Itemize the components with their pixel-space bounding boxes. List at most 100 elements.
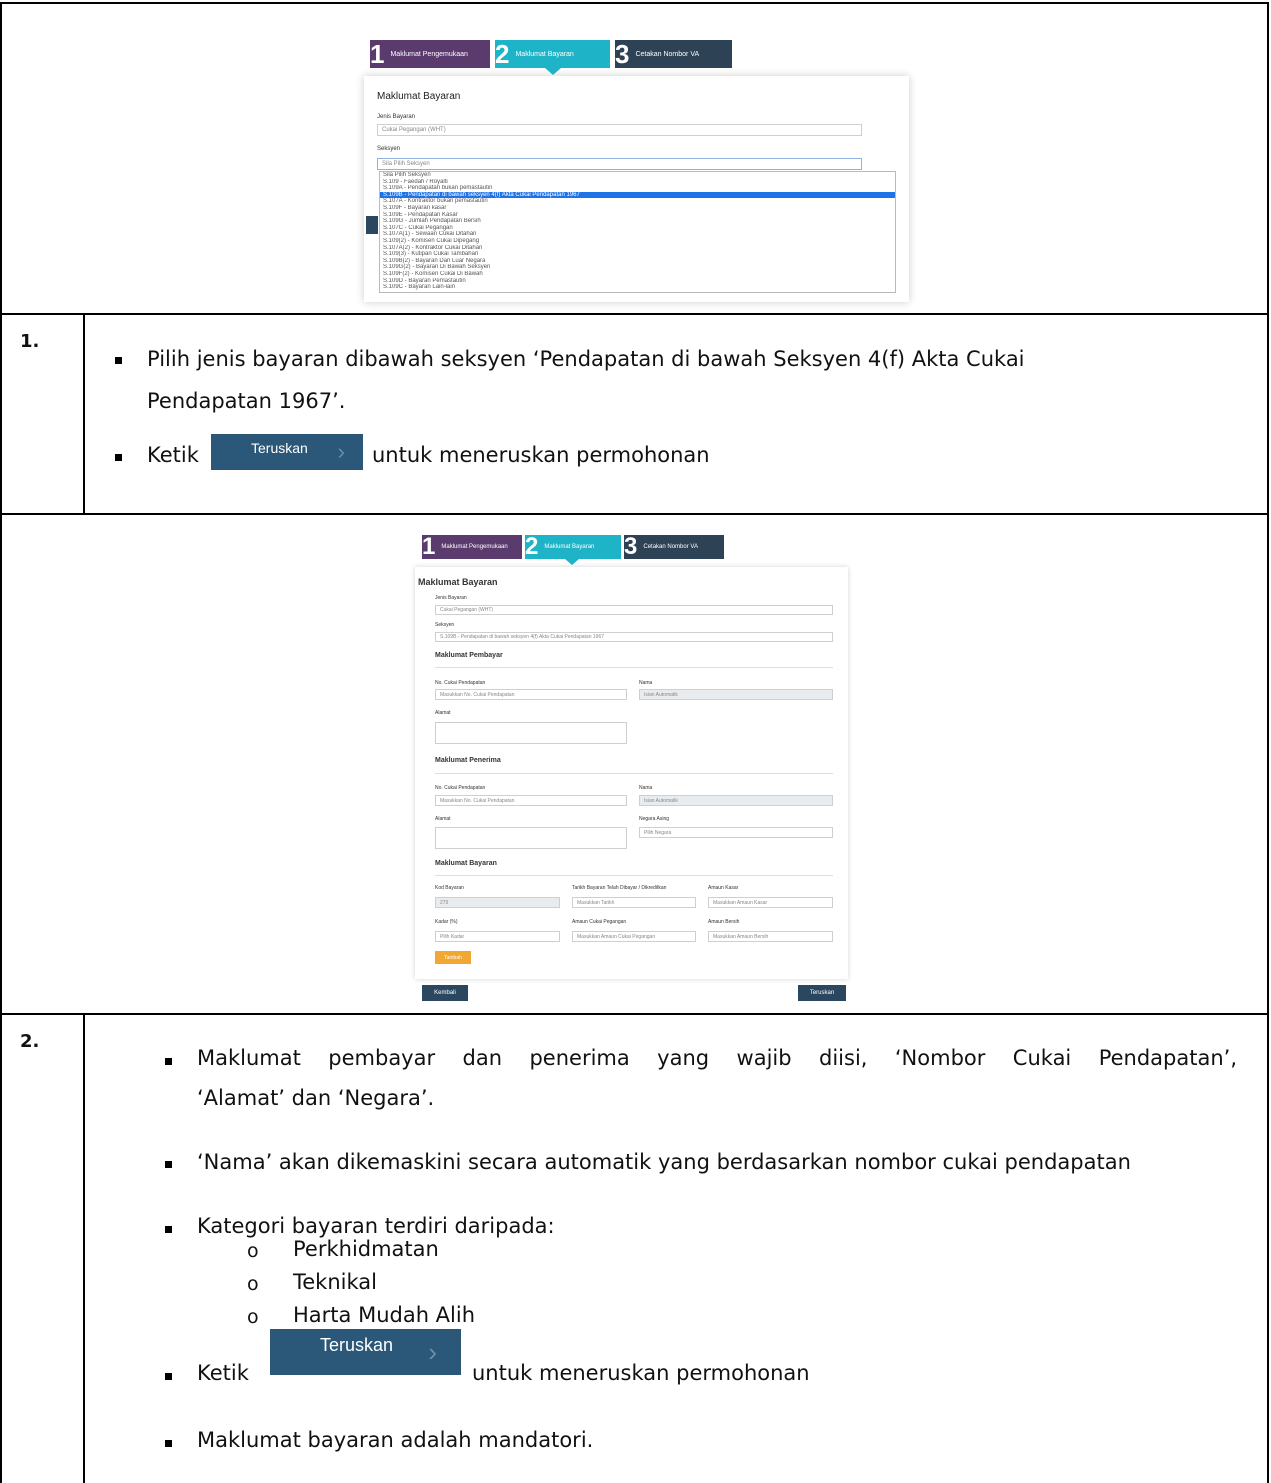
step-2-tab[interactable]: 2 Maklumat Bayaran (495, 40, 610, 68)
instruction-row-1: 1. Pilih jenis bayaran dibawah seksyen ‘… (0, 313, 1269, 513)
step-2-pointer (565, 559, 579, 565)
bullet (165, 1058, 172, 1065)
teruskan-label: Teruskan (320, 1335, 394, 1355)
nama-label: Nama (639, 680, 653, 686)
amaun-bersih-input[interactable]: Masukkan Amaun Bersih (708, 931, 833, 942)
step-label: Maklumat Bayaran (515, 50, 574, 58)
nama-label: Nama (639, 785, 653, 791)
bayaran-title: Maklumat Bayaran (435, 860, 497, 867)
negara-label: Negara Asing (639, 816, 670, 822)
teruskan-small-button[interactable]: Teruskan (798, 985, 846, 1001)
chevron-right-icon: › (428, 1336, 437, 1367)
jenis-label: Jenis Bayaran (377, 114, 416, 120)
instruction-line: Pilih jenis bayaran dibawah seksyen ‘Pen… (147, 347, 1025, 371)
bullet (165, 1440, 172, 1447)
tambah-button[interactable]: Tambah (435, 951, 471, 964)
step-number: 2 (525, 533, 539, 560)
ketik-prefix: Ketik (147, 443, 199, 467)
circle-bullet-icon: o (247, 1273, 259, 1295)
jenis-select[interactable]: Cukai Pegangan (WHT) (435, 605, 833, 615)
dropdown-option[interactable]: S.107C - Cukai Pegangan (380, 225, 895, 232)
kembali-button[interactable]: Kembali (422, 985, 468, 1001)
step-1-tab[interactable]: 1 Maklumat Pengemukaan (422, 535, 522, 559)
stepbar-1: 1 Maklumat Pengemukaan 2 Maklumat Bayara… (370, 40, 732, 75)
dropdown-option[interactable]: S.109G - Jumlah Pendapatan Bersih (380, 218, 895, 225)
pembayar-title: Maklumat Pembayar (435, 652, 503, 659)
seksyen-label: Seksyen (377, 146, 401, 152)
negara-select[interactable]: Pilih Negara (639, 827, 833, 838)
instruction-text: Maklumat pembayar dan penerima yang waji… (197, 1042, 1237, 1115)
dropdown-option[interactable]: S.109B(2) - Bayaran Dari Luar Negara (380, 258, 895, 265)
step-number: 1. (20, 331, 40, 352)
step-3-tab[interactable]: 3 Cetakan Nombor VA (615, 40, 732, 68)
instruction-line: Maklumat pembayar dan penerima yang waji… (197, 1046, 1237, 1070)
alamat-label: Alamat (435, 816, 451, 822)
number-column: 1. (2, 315, 85, 513)
seksyen-select[interactable]: S.109B - Pendapatan di bawah seksyen 4(f… (435, 632, 833, 642)
step-3-tab[interactable]: 3 Cetakan Nombor VA (624, 535, 724, 559)
ketik-prefix: Ketik (197, 1361, 249, 1385)
no-cukai-label: No. Cukai Pendapatan (435, 785, 486, 791)
teruskan-button[interactable]: Teruskan › (270, 1329, 461, 1375)
teruskan-button[interactable]: Teruskan › (211, 434, 363, 470)
dropdown-option[interactable]: Sila Pilih Seksyen (380, 172, 895, 179)
jenis-select[interactable]: Cukai Pegangan (WHT) (377, 124, 862, 136)
step-number: 3 (615, 39, 630, 69)
step-2-pointer (545, 68, 561, 75)
dropdown-option[interactable]: S.109A - Pendapatan bukan pemastautin (380, 185, 895, 192)
dropdown-option[interactable]: S.109E - Pendapatan Kasar (380, 212, 895, 219)
screenshot-2-form: Maklumat Bayaran Jenis Bayaran Cukai Peg… (415, 567, 848, 979)
dropdown-option[interactable]: S.109(3) - Kutipan Cukai Tambahan (380, 251, 895, 258)
step-label: Cetakan Nombor VA (643, 544, 698, 550)
bullet (115, 454, 122, 461)
category-item: Perkhidmatan (293, 1237, 439, 1261)
alamat-textarea[interactable] (435, 722, 627, 744)
form-title: Maklumat Bayaran (418, 577, 498, 587)
step-1-tab[interactable]: 1 Maklumat Pengemukaan (370, 40, 490, 68)
dropdown-option[interactable]: S.109(2) - Komisen Cukai Dipegang (380, 238, 895, 245)
seksyen-dropdown[interactable]: Sila Pilih Seksyen S.109 - Faedah / Royal… (379, 171, 896, 293)
kadar-label: Kadar (%) (435, 919, 458, 925)
step-label: Maklumat Bayaran (544, 544, 595, 550)
dropdown-option[interactable]: S.109F(2) - Komisen Cukai Di Bawah (380, 271, 895, 278)
jenis-label: Jenis Bayaran (435, 595, 467, 601)
number-column: 2. (2, 1015, 85, 1483)
bullet (115, 357, 122, 364)
teruskan-label: Teruskan (251, 440, 308, 456)
amaun-cukai-label: Amaun Cukai Pegangan (572, 919, 627, 925)
dropdown-option[interactable]: S.109G(2) - Bayaran Di Bawah Seksyen (380, 264, 895, 271)
screenshot-row-1: Maklumat Bayaran Jenis Bayaran Cukai Peg… (0, 2, 1269, 313)
divider (435, 773, 833, 774)
dropdown-option[interactable]: S.109F - Bayaran kasar (380, 205, 895, 212)
kadar-select[interactable]: Pilih Kadar (435, 931, 560, 942)
amaun-cukai-input[interactable]: Masukkan Amaun Cukai Pegangan (572, 931, 696, 942)
dropdown-option[interactable]: S.109D - Bayaran Pemastautin (380, 278, 895, 285)
step-2-tab[interactable]: 2 Maklumat Bayaran (525, 535, 621, 559)
dropdown-option[interactable]: S.109 - Faedah / Royalti (380, 179, 895, 186)
dropdown-option[interactable]: S.107A - Kontraktor bukan pemastautin (380, 198, 895, 205)
bullet (165, 1373, 172, 1380)
divider (435, 667, 833, 668)
dropdown-option[interactable]: S.109C - Bayaran Lain-lain (380, 284, 895, 291)
no-cukai-input[interactable]: Masukkan No. Cukai Pendapatan (435, 689, 627, 700)
dropdown-option[interactable]: S.109B - Pendapatan di bawah seksyen 4(f… (380, 191, 895, 199)
seksyen-select[interactable]: Sila Pilih Seksyen (377, 158, 862, 170)
dropdown-option[interactable]: S.107A(2) - Kontraktor Cukai Ditahan (380, 245, 895, 252)
instruction-text: Maklumat bayaran adalah mandatori. (197, 1428, 594, 1452)
penerima-title: Maklumat Penerima (435, 757, 501, 764)
amaun-kasar-input[interactable]: Masukkan Amaun Kasar (708, 897, 833, 908)
no-cukai-label: No. Cukai Pendapatan (435, 680, 486, 686)
alamat-textarea[interactable] (435, 827, 627, 849)
nama-input: Isian Automatik (639, 689, 833, 700)
bullet (165, 1226, 172, 1233)
no-cukai-input[interactable]: Masukkan No. Cukai Pendapatan (435, 795, 627, 806)
instruction-text: ‘Nama’ akan dikemaskini secara automatik… (197, 1150, 1131, 1174)
dropdown-option[interactable]: S.107A(1) - Sewaan Cukai Ditahan (380, 231, 895, 238)
hidden-back-button[interactable] (366, 216, 378, 234)
instruction-line: Pendapatan 1967’. (147, 388, 346, 413)
alamat-label: Alamat (435, 710, 451, 716)
tarikh-input[interactable]: Masukkan Tarikh (572, 897, 696, 908)
seksyen-label: Seksyen (435, 622, 455, 628)
screenshot-1: Maklumat Bayaran Jenis Bayaran Cukai Peg… (364, 76, 909, 302)
document: Maklumat Bayaran Jenis Bayaran Cukai Peg… (0, 0, 1271, 1483)
